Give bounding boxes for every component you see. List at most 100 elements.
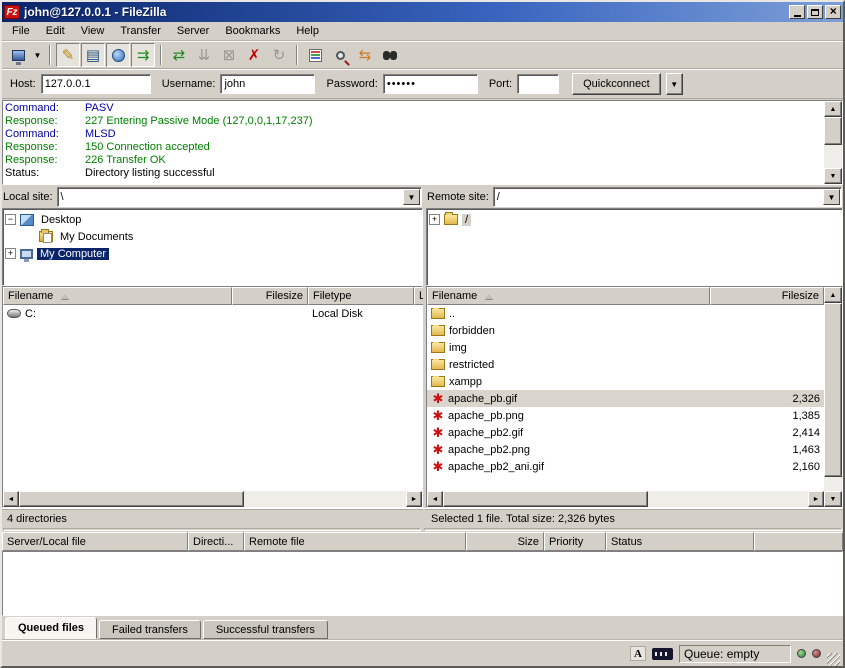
- local-list-header: Filename Filesize Filetype L: [3, 287, 422, 305]
- remote-site-combo[interactable]: / ▼: [493, 187, 842, 207]
- tree-item-my-documents[interactable]: My Documents: [24, 228, 420, 245]
- scroll-left-icon[interactable]: ◄: [427, 491, 443, 507]
- expand-icon[interactable]: +: [429, 214, 440, 225]
- cancel-operation-button[interactable]: ⊠: [217, 43, 241, 67]
- scroll-right-icon[interactable]: ►: [808, 491, 824, 507]
- collapse-icon[interactable]: −: [5, 214, 16, 225]
- host-input[interactable]: [41, 74, 151, 94]
- combo-dropdown-icon[interactable]: ▼: [823, 189, 840, 205]
- folder-icon: [431, 359, 445, 370]
- column-header-filesize[interactable]: Filesize: [710, 287, 824, 305]
- folder-icon: [431, 342, 445, 353]
- table-row[interactable]: restricted: [427, 356, 824, 373]
- refresh-button[interactable]: ⇄: [167, 43, 191, 67]
- column-header-filetype[interactable]: Filetype: [308, 287, 414, 305]
- scrollbar-thumb[interactable]: [443, 491, 648, 507]
- column-header-direction[interactable]: Directi...: [188, 532, 244, 551]
- filter-button[interactable]: [303, 43, 327, 67]
- menu-bookmarks[interactable]: Bookmarks: [217, 23, 288, 39]
- toggle-local-tree-button[interactable]: ▤: [81, 43, 105, 67]
- scroll-down-icon[interactable]: ▼: [824, 491, 842, 507]
- column-header-server-local-file[interactable]: Server/Local file: [2, 532, 188, 551]
- column-header-size[interactable]: Size: [466, 532, 544, 551]
- close-button[interactable]: [825, 5, 841, 19]
- quickconnect-dropdown-button[interactable]: ▼: [666, 73, 683, 95]
- column-header-filename[interactable]: Filename: [427, 287, 710, 305]
- menu-edit[interactable]: Edit: [38, 23, 73, 39]
- username-input[interactable]: [220, 74, 315, 94]
- remote-status-text: Selected 1 file. Total size: 2,326 bytes: [423, 509, 843, 527]
- toggle-remote-tree-button[interactable]: [106, 43, 130, 67]
- column-header-remote-file[interactable]: Remote file: [244, 532, 466, 551]
- table-row[interactable]: apache_pb2.gif2,414: [427, 424, 824, 441]
- maximize-button[interactable]: [807, 5, 823, 19]
- remote-vertical-scrollbar[interactable]: ▲ ▼: [824, 287, 842, 507]
- column-header-filename[interactable]: Filename: [3, 287, 232, 305]
- process-queue-button[interactable]: ⇊: [192, 43, 216, 67]
- reconnect-icon: ↻: [273, 48, 286, 63]
- site-manager-dropdown-button[interactable]: ▼: [31, 43, 44, 67]
- scroll-up-icon[interactable]: ▲: [824, 287, 842, 303]
- local-horizontal-scrollbar[interactable]: ◄ ►: [3, 491, 422, 507]
- tab-failed-transfers[interactable]: Failed transfers: [99, 620, 201, 639]
- port-input[interactable]: [517, 74, 559, 94]
- queue-list-empty[interactable]: [2, 551, 843, 616]
- combo-dropdown-icon[interactable]: ▼: [403, 189, 420, 205]
- scroll-left-icon[interactable]: ◄: [3, 491, 19, 507]
- scroll-right-icon[interactable]: ►: [406, 491, 422, 507]
- disconnect-button[interactable]: ✗: [242, 43, 266, 67]
- table-row[interactable]: img: [427, 339, 824, 356]
- reconnect-button[interactable]: ↻: [267, 43, 291, 67]
- site-manager-button[interactable]: [6, 43, 30, 67]
- sort-ascending-icon: [61, 294, 69, 299]
- log-vertical-scrollbar[interactable]: ▲ ▼: [824, 101, 842, 184]
- expand-icon[interactable]: +: [5, 248, 16, 259]
- toggle-transfer-queue-button[interactable]: ⇉: [131, 43, 155, 67]
- tab-successful-transfers[interactable]: Successful transfers: [203, 620, 328, 639]
- title-bar[interactable]: Fz john@127.0.0.1 - FileZilla: [2, 2, 843, 22]
- menu-server[interactable]: Server: [169, 23, 217, 39]
- table-row-selected[interactable]: apache_pb.gif2,326: [427, 390, 824, 407]
- menu-transfer[interactable]: Transfer: [112, 23, 169, 39]
- scroll-up-icon[interactable]: ▲: [824, 101, 842, 117]
- menu-view[interactable]: View: [73, 23, 113, 39]
- column-header-filesize[interactable]: Filesize: [232, 287, 308, 305]
- remote-directory-tree: + /: [426, 208, 843, 286]
- tab-queued-files[interactable]: Queued files: [5, 617, 97, 639]
- scrollbar-thumb[interactable]: [19, 491, 244, 507]
- table-row[interactable]: C: Local Disk: [3, 305, 422, 322]
- menu-file[interactable]: File: [4, 23, 38, 39]
- local-site-combo[interactable]: \ ▼: [57, 187, 422, 207]
- table-row[interactable]: apache_pb2_ani.gif2,160: [427, 458, 824, 475]
- scroll-down-icon[interactable]: ▼: [824, 168, 842, 184]
- toggle-message-log-button[interactable]: ✎: [56, 43, 80, 67]
- table-row[interactable]: apache_pb.png1,385: [427, 407, 824, 424]
- column-header-priority[interactable]: Priority: [544, 532, 606, 551]
- table-row[interactable]: xampp: [427, 373, 824, 390]
- resize-grip[interactable]: [827, 653, 840, 666]
- tree-item-root[interactable]: + /: [429, 211, 840, 228]
- table-row[interactable]: forbidden: [427, 322, 824, 339]
- password-input[interactable]: [383, 74, 478, 94]
- speed-limit-icon: [652, 648, 673, 660]
- process-queue-icon: ⇊: [198, 48, 211, 63]
- table-row[interactable]: apache_pb2.png1,463: [427, 441, 824, 458]
- queue-header: Server/Local file Directi... Remote file…: [2, 532, 843, 551]
- filezilla-logo-icon: Fz: [4, 5, 20, 19]
- minimize-button[interactable]: [789, 5, 805, 19]
- my-computer-icon: [20, 249, 33, 259]
- table-row[interactable]: ..: [427, 305, 824, 322]
- quickconnect-button[interactable]: Quickconnect: [572, 73, 661, 95]
- local-file-list-panel: Filename Filesize Filetype L C: Local Di…: [2, 286, 423, 508]
- directory-comparison-button[interactable]: [328, 43, 352, 67]
- find-files-button[interactable]: [378, 43, 402, 67]
- menu-help[interactable]: Help: [288, 23, 327, 39]
- scrollbar-thumb[interactable]: [824, 303, 842, 477]
- remote-horizontal-scrollbar[interactable]: ◄ ►: [427, 491, 824, 507]
- tree-item-my-computer[interactable]: + My Computer: [5, 245, 420, 262]
- tree-item-desktop[interactable]: − Desktop: [5, 211, 420, 228]
- column-header-status[interactable]: Status: [606, 532, 754, 551]
- scrollbar-thumb[interactable]: [824, 117, 842, 145]
- synchronized-browsing-button[interactable]: ⇆: [353, 43, 377, 67]
- toolbar-separator: [296, 45, 298, 65]
